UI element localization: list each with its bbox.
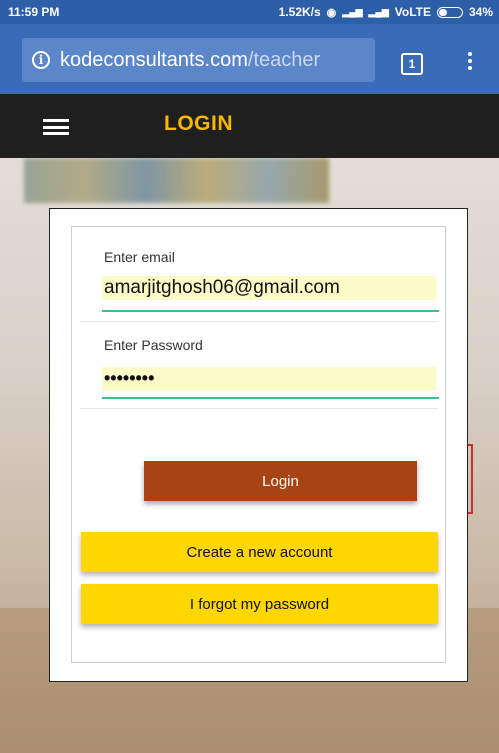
address-bar[interactable]: i kodeconsultants.com/teacher xyxy=(22,38,375,82)
browser-toolbar: i kodeconsultants.com/teacher 1 xyxy=(0,24,499,94)
create-account-button[interactable]: Create a new account xyxy=(81,532,438,572)
login-card: Enter email Enter Password •••••••• Logi… xyxy=(49,208,468,682)
login-button[interactable]: Login xyxy=(144,461,417,501)
signal-icon: ▂▄▆ xyxy=(342,6,363,17)
password-underline xyxy=(102,397,439,399)
email-underline xyxy=(102,310,439,312)
volte-label: VoLTE xyxy=(394,5,431,19)
divider-2 xyxy=(80,408,438,409)
url-path: /teacher xyxy=(247,48,321,71)
password-label: Enter Password xyxy=(104,337,203,353)
login-form: Enter email Enter Password •••••••• Logi… xyxy=(71,226,446,663)
app-header: LOGIN xyxy=(0,94,499,158)
tab-switcher-button[interactable]: 1 xyxy=(401,53,423,75)
status-indicators: 1.52K/s ◉ ▂▄▆ ▂▄▆ VoLTE 34% xyxy=(279,5,493,19)
status-time: 11:59 PM xyxy=(8,5,60,19)
hamburger-menu-icon[interactable] xyxy=(43,119,69,135)
divider xyxy=(80,321,438,322)
browser-menu-icon[interactable] xyxy=(465,48,475,74)
email-field[interactable] xyxy=(102,276,436,300)
status-bar: 11:59 PM 1.52K/s ◉ ▂▄▆ ▂▄▆ VoLTE 34% xyxy=(0,0,499,24)
wifi-icon: ◉ xyxy=(326,6,337,19)
forgot-password-button[interactable]: I forgot my password xyxy=(81,584,438,624)
network-speed: 1.52K/s xyxy=(278,5,321,19)
background-painting xyxy=(24,158,329,203)
signal-icon-2: ▂▄▆ xyxy=(368,6,389,17)
url-domain: kodeconsultants.com xyxy=(60,48,248,71)
email-label: Enter email xyxy=(104,249,175,265)
battery-percent: 34% xyxy=(468,5,493,19)
battery-icon xyxy=(436,6,463,18)
info-icon[interactable]: i xyxy=(32,51,50,69)
page-title: LOGIN xyxy=(164,112,233,135)
password-field[interactable]: •••••••• xyxy=(102,367,436,391)
